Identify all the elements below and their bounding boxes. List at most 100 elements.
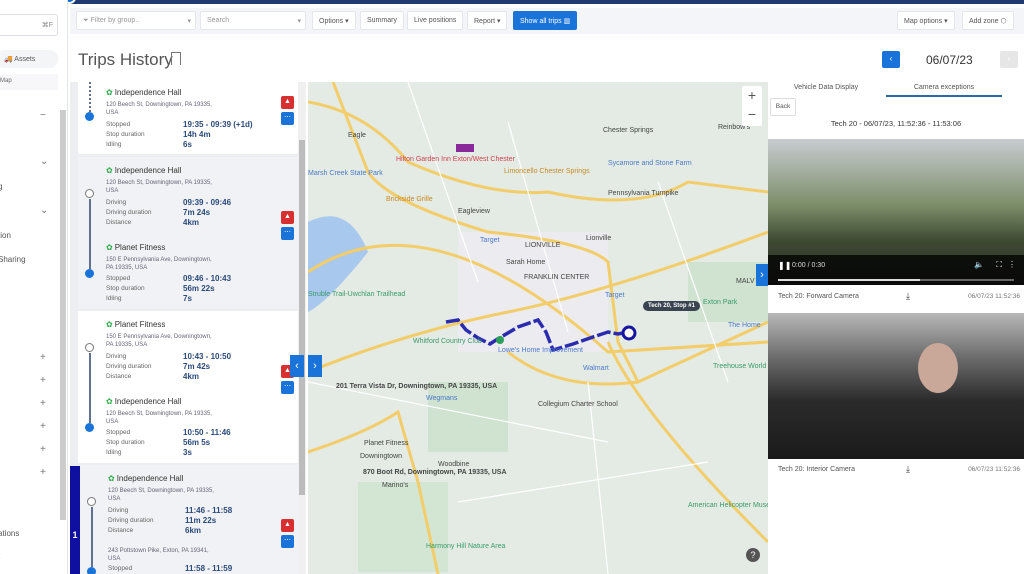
map-label: Walmart — [583, 365, 609, 372]
expand-right-button[interactable]: › — [756, 264, 768, 286]
plus-icon[interactable]: + — [40, 398, 46, 409]
tab-vehicle-data-display[interactable]: Vehicle Data Display — [768, 84, 884, 95]
plus-icon[interactable]: + — [40, 467, 46, 478]
chevron-down-icon[interactable]: ⌄ — [40, 205, 48, 216]
label: Idling — [106, 449, 122, 456]
live-positions-button[interactable]: Live positions — [407, 11, 464, 30]
video-time: 0:00 / 0:30 — [792, 262, 826, 269]
download-icon[interactable]: ⤓ — [906, 464, 910, 475]
play-button[interactable]: ❚❚ — [778, 261, 791, 270]
vehicle-stop-marker — [621, 325, 637, 341]
map-label: Exton Park — [703, 299, 738, 306]
map-label: Sarah Home — [506, 259, 546, 266]
start-place: Planet Fitness — [106, 320, 166, 329]
map[interactable]: Eagle Hilton Garden Inn Exton/West Cheste… — [308, 82, 768, 574]
fullscreen-icon[interactable]: ⛶ — [996, 260, 1002, 270]
value: 6s — [183, 140, 192, 149]
plus-icon[interactable]: + — [40, 444, 46, 455]
label: Idling — [106, 141, 122, 148]
camera-time: 06/07/23 11:52:36 — [968, 293, 1020, 300]
back-button[interactable]: Back — [770, 98, 796, 116]
driver-face — [918, 343, 958, 393]
exception-warning-button[interactable]: ▲ — [281, 96, 294, 109]
options-button[interactable]: Options ▾ — [312, 11, 356, 30]
more-button[interactable]: ⋯ — [281, 112, 294, 125]
map-label: Target — [480, 237, 500, 244]
next-date-button[interactable]: › — [1000, 51, 1018, 68]
collapse-icon[interactable]: − — [40, 110, 46, 121]
summary-button[interactable]: Summary — [360, 11, 404, 30]
label: Distance — [106, 219, 132, 226]
timeline-line — [91, 507, 93, 567]
more-button[interactable]: ⋯ — [281, 227, 294, 240]
show-all-trips-button[interactable]: Show all trips ▥ — [513, 11, 578, 30]
sidebar-scrollbar[interactable] — [60, 110, 66, 520]
video-progress[interactable] — [778, 279, 1014, 281]
video-progress-fill — [778, 279, 920, 281]
exception-warning-button[interactable]: ▲ — [281, 211, 294, 224]
map-options-button[interactable]: Map options ▾ — [897, 11, 955, 30]
label: Driving duration — [108, 517, 154, 524]
sidebar: ⌘F 🚚 Assets Map − ⌄ g ⌄ tion Sharing + +… — [0, 0, 68, 574]
value: 4km — [183, 218, 200, 227]
assets-button[interactable]: 🚚 Assets — [0, 50, 58, 68]
sidebar-search[interactable]: ⌘F — [0, 14, 58, 36]
value: 19:35 - 09:39 (+1d) — [183, 120, 253, 129]
more-options-icon[interactable]: ⋮ — [1008, 260, 1016, 269]
collapse-list-button[interactable]: ‹ — [290, 355, 304, 377]
filter-by-group-input[interactable]: ⏷ Filter by group.. ▾ — [76, 11, 196, 30]
map-label: Collegium Charter School — [538, 401, 618, 408]
place-name: Independence Hall — [106, 88, 182, 97]
value: 7m 24s — [183, 208, 211, 217]
zoom-out-button[interactable]: − — [742, 105, 762, 124]
label: Driving duration — [106, 363, 152, 370]
help-button[interactable]: ? — [746, 548, 760, 562]
plus-icon[interactable]: + — [40, 421, 46, 432]
camera-name: Tech 20: Forward Camera — [778, 293, 859, 300]
add-zone-button[interactable]: Add zone ⬡ — [962, 11, 1014, 30]
label: Idling — [106, 295, 122, 302]
sidebar-item[interactable]: tion — [0, 231, 11, 240]
chevron-down-icon[interactable]: ⌄ — [40, 156, 48, 167]
value: 10:50 - 11:46 — [183, 428, 231, 437]
sidebar-item[interactable]: g — [0, 182, 2, 191]
more-button[interactable]: ⋯ — [281, 381, 294, 394]
forward-camera-video[interactable]: ❚❚ 0:00 / 0:30 🔈 ⛶ ⋮ — [768, 139, 1024, 285]
top-bar — [68, 0, 1024, 4]
timeline-line — [89, 199, 91, 269]
map-label: Pennsylvania Turnpike — [608, 190, 679, 197]
plus-icon[interactable]: + — [40, 375, 46, 386]
sidebar-item[interactable]: Sharing — [0, 255, 26, 264]
bookmark-icon[interactable] — [171, 52, 181, 65]
tab-camera-exceptions[interactable]: Camera exceptions — [886, 84, 1002, 97]
report-button[interactable]: Report ▾ — [467, 11, 508, 30]
start-marker — [85, 343, 94, 352]
volume-icon[interactable]: 🔈 — [974, 260, 984, 269]
search-input[interactable]: Search ▾ — [200, 11, 306, 30]
map-button[interactable]: Map — [0, 74, 58, 90]
start-marker — [85, 189, 94, 198]
zoom-in-button[interactable]: + — [742, 86, 762, 105]
more-button[interactable]: ⋯ — [281, 535, 294, 548]
download-icon[interactable]: ⤓ — [906, 291, 910, 302]
prev-date-button[interactable]: ‹ — [882, 51, 900, 68]
selected-trip-indicator: 1 — [70, 466, 80, 574]
map-label: Struble Trail-Uwchlan Trailhead — [308, 291, 406, 298]
trip-item[interactable]: Independence Hall 120 Beech St, Downingt… — [78, 157, 298, 309]
sidebar-item[interactable]: ations — [0, 529, 19, 538]
expand-left-button[interactable]: › — [308, 355, 322, 377]
zone-marker — [456, 144, 474, 152]
label: Stopped — [106, 429, 131, 436]
trip-item[interactable]: Independence Hall 120 Beech St, Downingt… — [80, 465, 298, 574]
plus-icon[interactable]: + — [40, 352, 46, 363]
trip-item[interactable]: Independence Hall 120 Beech St, Downingt… — [78, 82, 298, 154]
exception-warning-button[interactable]: ▲ — [281, 519, 294, 532]
list-scrollbar[interactable] — [298, 82, 306, 574]
trip-item[interactable]: Planet Fitness 150 E Pennsylvania Ave, D… — [78, 311, 298, 463]
truck-icon: 🚚 — [4, 56, 13, 63]
interior-camera-video[interactable] — [768, 313, 1024, 459]
map-label: Eagle — [348, 132, 366, 139]
filter-icon: ⏷ — [83, 17, 89, 24]
video-controls: ❚❚ 0:00 / 0:30 🔈 ⛶ ⋮ — [768, 255, 1024, 285]
scrollbar-thumb[interactable] — [299, 140, 305, 495]
